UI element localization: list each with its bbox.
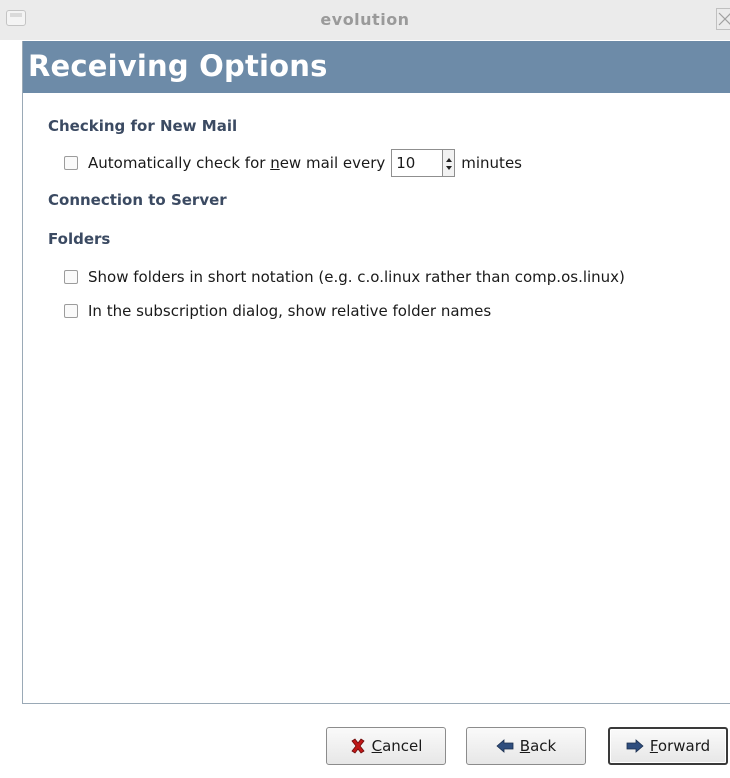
interval-unit-label: minutes [461, 154, 522, 172]
back-label: Back [519, 737, 557, 755]
cancel-button[interactable]: Cancel [326, 727, 446, 765]
auto-check-checkbox[interactable] [64, 156, 78, 170]
cancel-x-icon [350, 738, 365, 754]
short-notation-checkbox[interactable] [64, 270, 78, 284]
forward-arrow-icon [626, 739, 644, 753]
section-connection-to-server: Connection to Server [48, 191, 227, 209]
page-header: Receiving Options [23, 41, 730, 93]
section-folders: Folders [48, 230, 111, 248]
section-checking-new-mail: Checking for New Mail [48, 117, 238, 135]
relative-names-row: In the subscription dialog, show relativ… [64, 302, 491, 320]
forward-button[interactable]: Forward [608, 727, 728, 765]
assistant-page: Receiving Options Checking for New Mail … [22, 41, 730, 704]
window-close-button[interactable] [716, 8, 730, 30]
back-button[interactable]: Back [466, 727, 586, 765]
close-icon [718, 12, 730, 26]
relative-names-label[interactable]: In the subscription dialog, show relativ… [88, 302, 491, 320]
forward-label: Forward [649, 737, 711, 755]
spin-up-down-icon [446, 158, 453, 170]
spinner-arrows[interactable] [443, 149, 456, 177]
short-notation-label[interactable]: Show folders in short notation (e.g. c.o… [88, 268, 625, 286]
check-interval-input[interactable]: 10 [391, 149, 444, 177]
auto-check-label[interactable]: Automatically check for new mail every [88, 154, 385, 172]
short-notation-row: Show folders in short notation (e.g. c.o… [64, 268, 625, 286]
page-title: Receiving Options [28, 49, 328, 83]
check-interval-spinner: 10 [391, 149, 456, 177]
window-title: evolution [320, 10, 410, 29]
window-titlebar: evolution [0, 0, 730, 40]
auto-check-row: Automatically check for new mail every 1… [64, 149, 522, 177]
relative-names-checkbox[interactable] [64, 304, 78, 318]
back-arrow-icon [496, 739, 514, 753]
cancel-label: Cancel [371, 737, 423, 755]
